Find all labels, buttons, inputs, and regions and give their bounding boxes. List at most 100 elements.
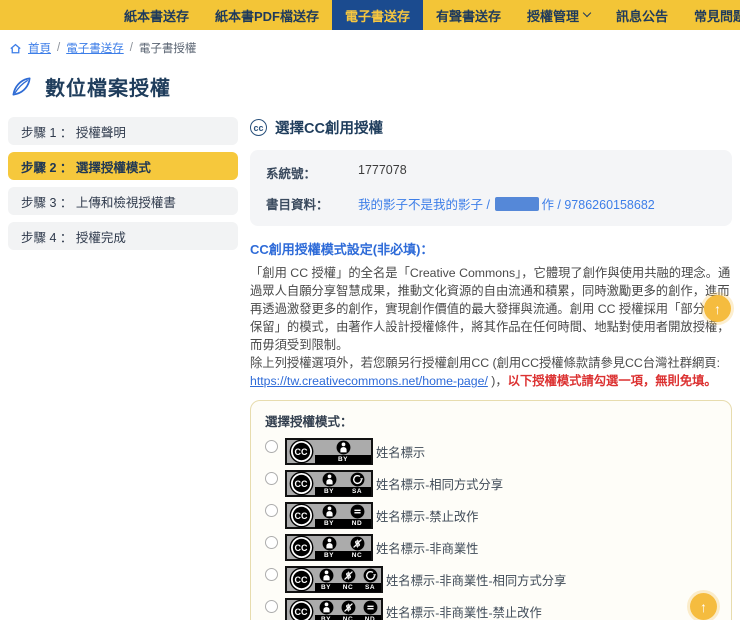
badge-code-label: NC — [337, 615, 359, 620]
cc-license-badge-by: CC BY — [285, 438, 373, 465]
cc-nd-no-derivatives-icon — [343, 504, 371, 519]
cc-logo-icon: CC — [290, 569, 312, 590]
license-radio-by-nd[interactable] — [265, 504, 278, 517]
license-radio-by-nc[interactable] — [265, 536, 278, 549]
license-radio-by-nc-sa[interactable] — [265, 568, 278, 581]
cc-nc-no-dollar-icon: $ — [343, 536, 371, 551]
step-item-1[interactable]: 步驟 1 ： 授權聲明 — [8, 117, 238, 145]
cc-license-badge-by-nc-nd: CC BY $ NC ND — [285, 598, 383, 620]
scroll-to-top-button[interactable]: ↑ — [690, 593, 717, 620]
cc-required-note: 以下授權模式請勾選一項，無則免填。 — [507, 374, 717, 388]
license-box-title: 選擇授權模式： — [265, 415, 353, 429]
cc-by-person-icon — [315, 472, 343, 487]
cc-circle-icon: cc — [250, 119, 267, 136]
section-header: cc 選擇CC創用授權 — [250, 117, 732, 138]
badge-code-label: BY — [315, 455, 371, 464]
breadcrumb-link[interactable]: 電子書送存 — [66, 40, 124, 56]
breadcrumb-separator: / — [57, 42, 61, 54]
badge-code-label: SA — [343, 487, 371, 496]
content-area: cc 選擇CC創用授權 系統號： 1777078 書目資料： 我的影子不是我的影… — [250, 117, 732, 620]
chevron-down-icon — [582, 8, 592, 18]
badge-code-label: BY — [315, 519, 343, 528]
license-radio-by[interactable] — [265, 440, 278, 453]
cc-logo-icon: CC — [290, 537, 312, 558]
nav-item[interactable]: 訊息公告 — [603, 0, 681, 30]
cc-license-badge-by-nd: CC BY ND — [285, 502, 373, 529]
license-option-row: CC BY SA 姓名標示-相同方式分享 — [265, 470, 717, 497]
license-option-row: CC BY $ NC ND 姓名標示-非商業性-禁止改作 — [265, 598, 717, 620]
quill-pen-icon — [10, 75, 33, 98]
nav-item[interactable]: 紙本書送存 — [111, 0, 202, 30]
cc-by-person-icon — [315, 440, 371, 455]
redacted-author-box — [495, 197, 540, 211]
steps-sidebar: 步驟 1 ： 授權聲明 步驟 2 ： 選擇授權模式 步驟 3 ： 上傳和檢視授權書步… — [8, 117, 238, 620]
cc-logo-icon: CC — [290, 473, 312, 494]
system-no-label: 系統號： — [266, 167, 317, 181]
license-radio-by-nc-nd[interactable] — [265, 600, 278, 613]
bib-separator: / — [483, 198, 494, 212]
badge-code-label: BY — [315, 615, 337, 620]
bib-title: 我的影子不是我的影子 — [358, 198, 484, 212]
badge-code-label: ND — [343, 519, 371, 528]
top-navbar: 紙本書送存 紙本書PDF檔送存 電子書送存 有聲書送存 授權管理 訊息公告 常見問題 — [0, 0, 740, 30]
nav-item[interactable]: 授權管理 — [514, 0, 603, 30]
cc-mode-heading: CC創用授權模式設定(非必填)： — [250, 242, 434, 257]
cc-license-badge-by-sa: CC BY SA — [285, 470, 373, 497]
breadcrumb-link[interactable]: 首頁 — [28, 40, 51, 56]
nav-item[interactable]: 常見問題 — [681, 0, 740, 30]
cc-by-person-icon — [315, 600, 337, 615]
scroll-to-top-button[interactable]: ↑ — [704, 295, 731, 322]
badge-code-label: BY — [315, 487, 343, 496]
nav-item[interactable]: 有聲書送存 — [423, 0, 514, 30]
system-no-value: 1777078 — [358, 163, 407, 177]
cc-by-person-icon — [315, 504, 343, 519]
step-item-4[interactable]: 步驟 4 ： 授權完成 — [8, 222, 238, 250]
breadcrumb-separator: / — [129, 42, 133, 54]
license-option-label: 姓名標示-非商業性-相同方式分享 — [386, 573, 567, 588]
page: 紙本書送存 紙本書PDF檔送存 電子書送存 有聲書送存 授權管理 訊息公告 常見問題 首頁 /… — [0, 0, 740, 620]
badge-code-label: ND — [359, 615, 381, 620]
page-title: 數位檔案授權 — [45, 78, 171, 100]
home-icon[interactable] — [9, 42, 22, 55]
badge-code-label: BY — [315, 551, 343, 560]
cc-description-main: 「創用 CC 授權」的全名是「Creative Commons」，它體現了創作與… — [250, 266, 731, 352]
page-title-row: 數位檔案授權 — [10, 72, 740, 101]
badge-code-label: BY — [315, 583, 337, 592]
cc-logo-icon: CC — [290, 601, 312, 620]
license-option-row: CC BY $ NC 姓名標示-非商業性 — [265, 534, 717, 561]
nav-item[interactable]: 紙本書PDF檔送存 — [202, 0, 332, 30]
bibliographic-info-card: 系統號： 1777078 書目資料： 我的影子不是我的影子 / 作 / 9786… — [250, 150, 732, 226]
license-options: CC BY 姓名標示 CC BY SA 姓名標示-相同方式分享 CC BY ND 姓名標示-禁止改作… — [265, 438, 717, 620]
license-option-label: 姓名標示-非商業性-禁止改作 — [386, 605, 542, 620]
license-option-row: CC BY ND 姓名標示-禁止改作 — [265, 502, 717, 529]
cc-taiwan-link[interactable]: https://tw.creativecommons.net/home-page… — [250, 374, 488, 388]
cc-sa-share-alike-icon — [343, 472, 371, 487]
license-option-row: CC BY 姓名標示 — [265, 438, 717, 465]
cc-logo-icon: CC — [290, 505, 312, 526]
cc-by-person-icon — [315, 568, 337, 583]
license-option-label: 姓名標示-禁止改作 — [376, 509, 479, 524]
cc-description-line2: 除上列授權選項外，若您願另行授權創用CC (創用CC授權條款請參見CC台灣社群網… — [250, 356, 721, 370]
license-option-label: 姓名標示-相同方式分享 — [376, 477, 504, 492]
cc-license-badge-by-nc-sa: CC BY $ NC SA — [285, 566, 383, 593]
badge-code-label: SA — [359, 583, 381, 592]
cc-nd-no-derivatives-icon — [359, 600, 381, 615]
step-item-2[interactable]: 步驟 2 ： 選擇授權模式 — [8, 152, 238, 180]
cc-description: 「創用 CC 授權」的全名是「Creative Commons」，它體現了創作與… — [250, 264, 732, 390]
nav-item[interactable]: 電子書送存 — [331, 0, 423, 30]
step-item-3[interactable]: 步驟 3 ： 上傳和檢視授權書 — [8, 187, 238, 215]
bib-label: 書目資料： — [266, 198, 329, 212]
cc-nc-no-dollar-icon: $ — [337, 600, 359, 615]
license-radio-by-sa[interactable] — [265, 472, 278, 485]
cc-license-badge-by-nc: CC BY $ NC — [285, 534, 373, 561]
cc-sa-share-alike-icon — [359, 568, 381, 583]
cc-logo-icon: CC — [290, 441, 312, 462]
cc-description-mid: )， — [487, 374, 508, 388]
breadcrumb: 首頁 / 電子書送存 / 電子書授權 — [0, 30, 740, 56]
bib-value-link[interactable]: 我的影子不是我的影子 / 作 / 9786260158682 — [358, 194, 716, 213]
cc-by-person-icon — [315, 536, 343, 551]
license-selection-box: 選擇授權模式： CC BY 姓名標示 CC BY SA 姓名標示-相同方式分享 CC BY ND 姓… — [250, 400, 732, 620]
license-option-row: CC BY $ NC SA 姓名標示-非商業性-相同方式分享 — [265, 566, 717, 593]
bib-suffix: 作 / 9786260158682 — [541, 198, 655, 212]
badge-code-label: NC — [343, 551, 371, 560]
